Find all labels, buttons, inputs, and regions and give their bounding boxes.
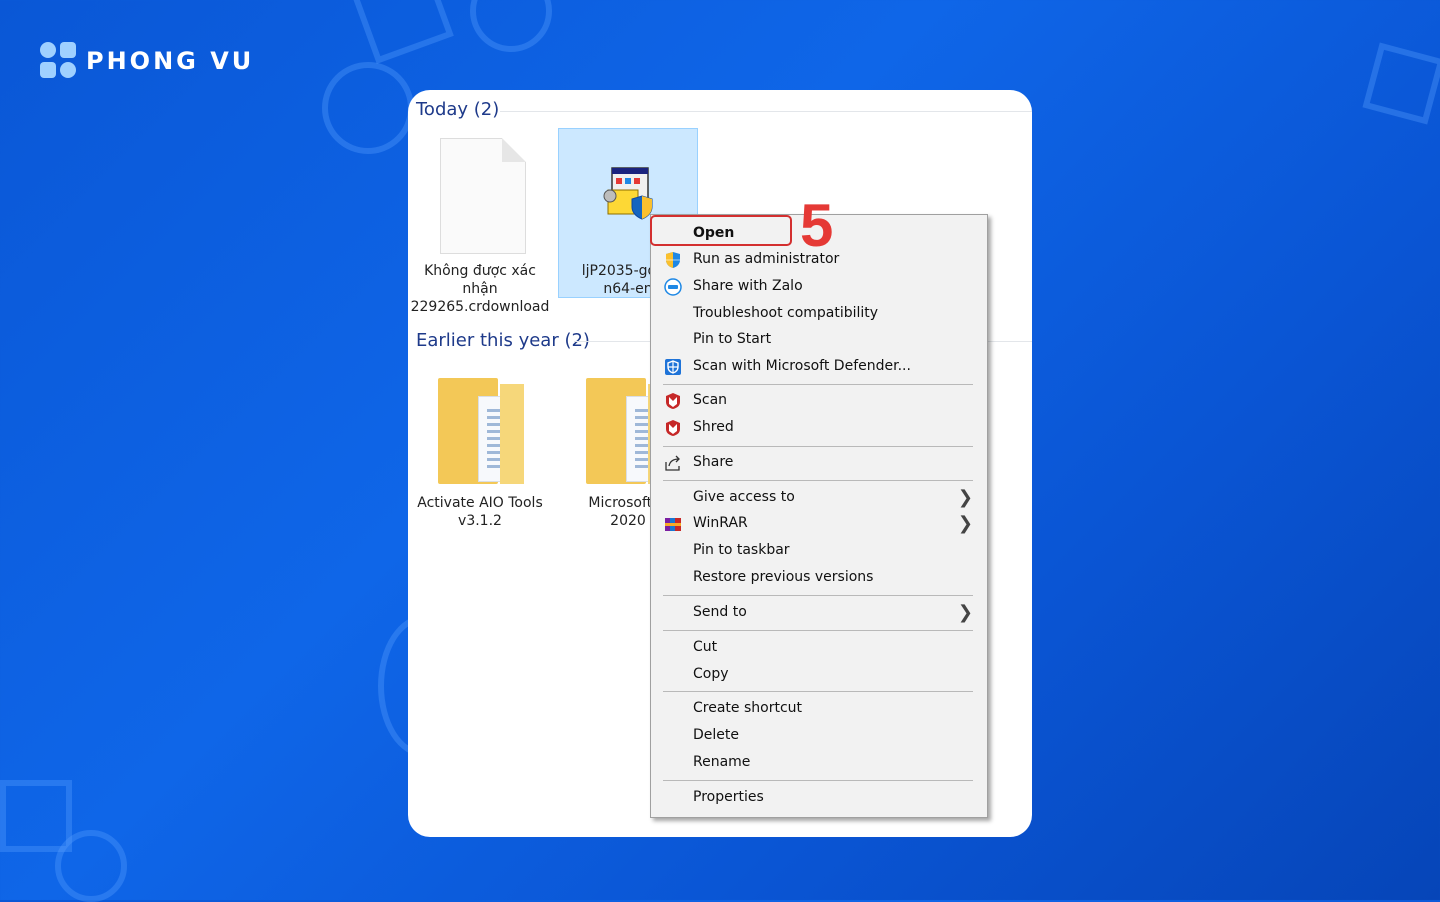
menu-item-label: Properties [693,789,764,805]
menu-separator [663,384,973,385]
decor-circle [470,0,552,52]
menu-item-label: Restore previous versions [693,569,874,585]
menu-item-label: Pin to Start [693,331,772,347]
file-item[interactable]: Không được xác nhận 229265.crdownload [410,128,550,318]
decor-circle [322,62,414,154]
group-divider [500,111,1032,112]
step-number: 5 [800,192,834,259]
menu-separator [663,480,973,481]
folder-item[interactable]: Activate AIO Tools v3.1.2 [410,370,550,530]
menu-item-label: Shred [693,419,734,435]
menu-separator [663,691,973,692]
menu-item-cut[interactable]: Cut [651,635,987,661]
menu-item-label: Scan with Microsoft Defender... [693,358,911,374]
menu-item-troubleshoot-compatibility[interactable]: Troubleshoot compatibility [651,301,987,327]
menu-item-restore-previous-versions[interactable]: Restore previous versions [651,565,987,591]
menu-item-label: Troubleshoot compatibility [693,305,879,321]
menu-item-properties[interactable]: Properties [651,785,987,811]
file-label-line: nhận [462,281,498,297]
group-header-today[interactable]: Today (2) [416,99,499,120]
menu-item-label: Give access to [693,489,795,505]
menu-item-share-with-zalo[interactable]: Share with Zalo [651,274,987,300]
menu-item-label: Share with Zalo [693,278,803,294]
menu-item-pin-to-start[interactable]: Pin to Start [651,327,987,353]
menu-item-label: Share [693,454,734,470]
defender-icon [665,359,681,375]
menu-item-pin-to-taskbar[interactable]: Pin to taskbar [651,538,987,564]
context-menu: Open Run as administrator Share with Zal… [650,214,988,818]
menu-item-label: Copy [693,666,729,682]
menu-item-label: Create shortcut [693,700,803,716]
menu-item-give-access-to[interactable]: Give access to ❯ [651,485,987,511]
folder-icon [438,378,524,484]
chevron-right-icon: ❯ [957,602,973,623]
file-label: Không được xác nhận 229265.crdownload [410,262,550,316]
mcafee-icon [666,393,680,409]
menu-item-copy[interactable]: Copy [651,662,987,688]
menu-separator [663,630,973,631]
menu-item-winrar[interactable]: WinRAR ❯ [651,511,987,537]
menu-item-shred[interactable]: Shred [651,415,987,441]
decor-circle [55,830,127,902]
menu-item-send-to[interactable]: Send to ❯ [651,600,987,626]
file-label-line: Activate AIO Tools [417,495,543,511]
file-label: Activate AIO Tools v3.1.2 [410,494,550,530]
uac-shield-icon [666,252,680,268]
group-label: Earlier this year (2) [416,330,590,351]
file-label-line: 229265.crdownload [410,299,550,315]
winrar-icon [665,518,681,531]
menu-item-create-shortcut[interactable]: Create shortcut [651,696,987,722]
mcafee-icon [666,420,680,436]
menu-item-label: Rename [693,754,751,770]
menu-item-label: Delete [693,727,739,743]
file-label-line: v3.1.2 [458,513,502,529]
document-file-icon [440,138,526,254]
chevron-right-icon: ❯ [957,513,973,534]
group-header-earlier[interactable]: Earlier this year (2) [416,330,590,351]
decor-square [352,0,454,64]
highlight-box [650,215,792,246]
menu-separator [663,446,973,447]
menu-item-label: Pin to taskbar [693,542,790,558]
logo-mark-icon [40,42,78,80]
menu-item-label: Scan [693,392,728,408]
group-label: Today (2) [416,99,500,120]
zalo-icon [664,278,682,296]
menu-item-delete[interactable]: Delete [651,723,987,749]
menu-separator [663,780,973,781]
menu-separator [663,595,973,596]
menu-item-label: Cut [693,639,718,655]
menu-item-rename[interactable]: Rename [651,750,987,776]
brand-name: PHONG VU [86,47,255,75]
chevron-right-icon: ❯ [957,487,973,508]
brand-logo: PHONG VU [40,42,254,80]
share-icon [665,455,680,471]
menu-item-label: WinRAR [693,515,748,531]
file-label-line: Không được xác [424,263,536,279]
menu-item-label: Send to [693,604,747,620]
menu-item-scan-with-defender[interactable]: Scan with Microsoft Defender... [651,354,987,380]
menu-item-scan[interactable]: Scan [651,388,987,414]
menu-item-share[interactable]: Share [651,450,987,476]
decor-square [1362,42,1440,125]
decor-circle [0,780,72,852]
